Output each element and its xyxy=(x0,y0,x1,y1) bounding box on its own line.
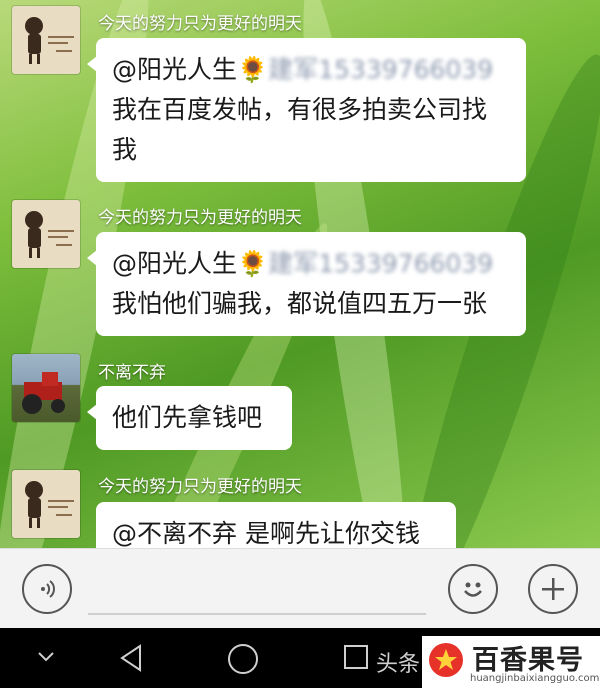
message-text: @不离不弃 是啊先让你交钱 xyxy=(112,519,420,548)
avatar[interactable] xyxy=(12,200,80,268)
watermark: 百香果号 huangjinbaixiangguo.com xyxy=(422,636,600,688)
nav-partial-label: 头条 xyxy=(376,652,421,677)
add-icon xyxy=(542,578,564,600)
message-text: 我 xyxy=(112,135,138,164)
chevron-down-icon[interactable] xyxy=(36,650,56,664)
message-text: 我在百度发帖，有很多拍卖公司找 xyxy=(112,95,488,124)
message-input[interactable] xyxy=(88,613,426,615)
emoji-button[interactable] xyxy=(448,564,498,614)
back-icon[interactable] xyxy=(116,642,146,674)
mention[interactable]: @阳光人生 xyxy=(112,249,237,278)
message-bubble[interactable]: 他们先拿钱吧 xyxy=(87,386,292,450)
recents-icon[interactable] xyxy=(342,643,370,671)
sender-name: 今天的努力只为更好的明天 xyxy=(98,477,302,497)
redacted-contact: 建军15339766039 xyxy=(268,249,494,278)
watermark-url: huangjinbaixiangguo.com xyxy=(470,673,600,684)
watermark-logo-icon xyxy=(429,643,463,677)
voice-icon xyxy=(41,580,55,598)
emoji-icon xyxy=(464,582,482,597)
sender-name: 今天的努力只为更好的明天 xyxy=(98,14,302,34)
sunflower-icon: 🌻 xyxy=(237,55,269,84)
message-text: 他们先拿钱吧 xyxy=(112,403,263,432)
home-icon[interactable] xyxy=(226,642,260,676)
voice-button[interactable] xyxy=(22,564,72,614)
input-bar xyxy=(0,548,600,629)
mention[interactable]: @阳光人生 xyxy=(112,55,237,84)
message-bubble[interactable]: @不离不弃 是啊先让你交钱 xyxy=(96,502,456,548)
message-text: 我怕他们骗我，都说值四五万一张 xyxy=(112,289,488,318)
redacted-contact: 建军15339766039 xyxy=(268,55,494,84)
message-bubble[interactable]: @阳光人生🌻建军15339766039 我怕他们骗我，都说值四五万一张 xyxy=(87,232,526,336)
add-button[interactable] xyxy=(528,564,578,614)
avatar[interactable] xyxy=(12,470,80,538)
watermark-brand: 百香果号 xyxy=(472,645,584,676)
avatar[interactable] xyxy=(12,354,80,422)
sunflower-icon: 🌻 xyxy=(237,249,269,278)
sender-name: 今天的努力只为更好的明天 xyxy=(98,208,302,228)
avatar[interactable] xyxy=(12,6,80,74)
message-bubble[interactable]: @阳光人生🌻建军15339766039 我在百度发帖，有很多拍卖公司找 我 xyxy=(87,38,526,182)
sender-name: 不离不弃 xyxy=(98,363,166,383)
